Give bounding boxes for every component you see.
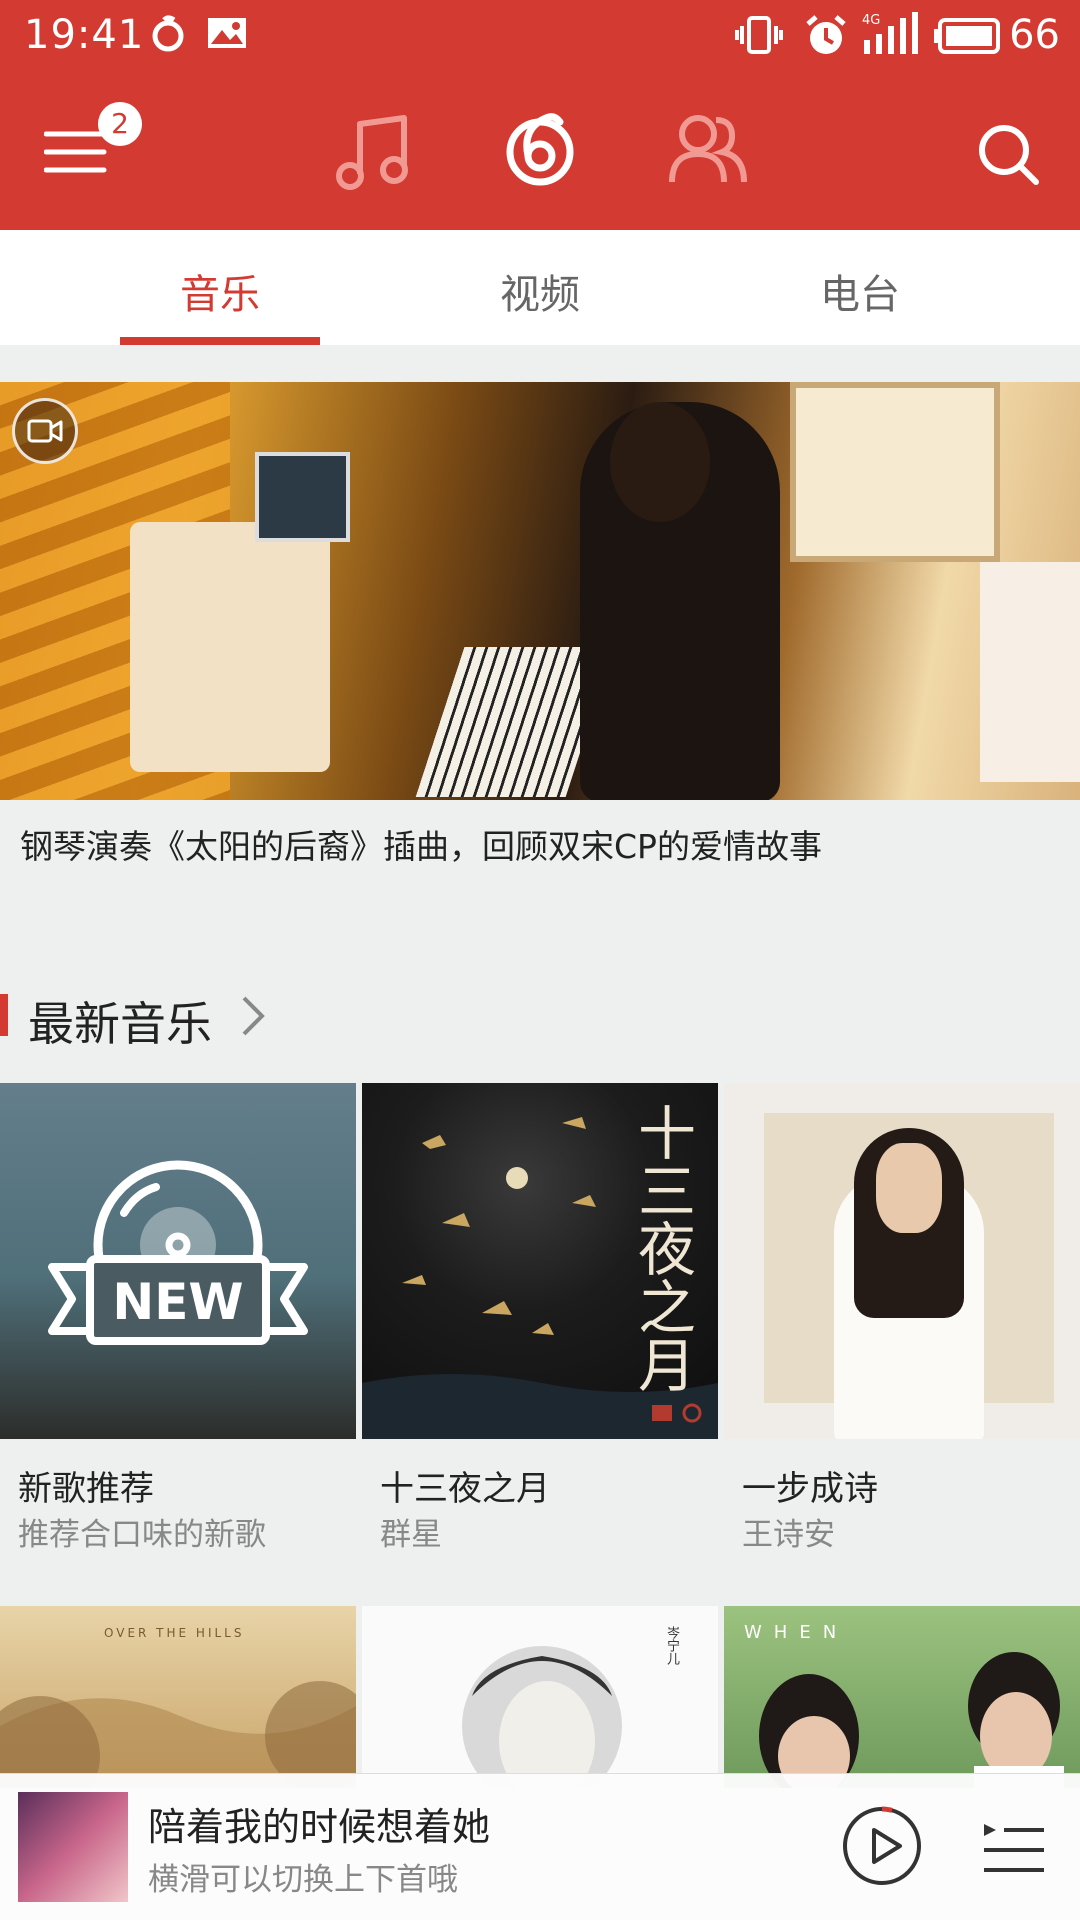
album-subtitle: 群星 [380, 1517, 442, 1553]
now-playing-cover [18, 1792, 128, 1902]
album-title: 新歌推荐 [18, 1469, 154, 1509]
active-tab-indicator [120, 337, 320, 345]
gallery-notification-icon [206, 14, 248, 56]
tab-radio[interactable]: 电台 [760, 262, 960, 320]
app-header: 19:41 4G 66 2 [0, 0, 1080, 230]
top-navigation: 2 [0, 90, 1080, 220]
banner-caption[interactable]: 钢琴演奏《太阳的后裔》插曲，回顾双宋CP的爱情故事 [20, 820, 822, 868]
featured-video-banner[interactable] [0, 382, 1080, 800]
album-cover: 十三夜之月 [362, 1083, 718, 1439]
album-subtitle: 王诗安 [742, 1517, 835, 1553]
album-title: 十三夜之月 [380, 1469, 550, 1509]
album-card-thirteen-night-moon[interactable]: 十三夜之月 十三夜之月 群星 [362, 1083, 718, 1553]
status-time: 19:41 [24, 12, 145, 58]
chevron-right-icon[interactable] [238, 994, 268, 1042]
album-card-over-the-hills[interactable]: OVER THE HILLS [0, 1606, 356, 1788]
tab-video[interactable]: 视频 [440, 262, 640, 320]
netease-logo-icon[interactable] [502, 108, 578, 192]
video-camera-icon [12, 398, 78, 464]
now-playing-title: 陪着我的时候想着她 [148, 1805, 491, 1849]
music-note-icon[interactable] [334, 114, 412, 194]
netease-notification-icon [148, 14, 188, 58]
album-card-when[interactable]: WHEN [724, 1606, 1080, 1788]
signal-icon: 4G [862, 10, 918, 62]
album-cover [724, 1083, 1080, 1439]
cover-new-text: NEW [112, 1273, 243, 1331]
section-accent-bar [0, 994, 8, 1036]
menu-badge: 2 [98, 102, 142, 146]
new-disc-icon: NEW [48, 1160, 308, 1345]
album-title: 一步成诗 [742, 1469, 878, 1509]
battery-icon [932, 18, 1002, 58]
sub-tab-bar: 音乐 视频 电台 [0, 230, 1080, 345]
menu-icon[interactable] [43, 128, 110, 180]
status-bar: 19:41 4G 66 [0, 0, 1080, 80]
vibrate-icon [734, 14, 784, 60]
friends-icon[interactable] [668, 112, 748, 192]
tab-music[interactable]: 音乐 [120, 262, 320, 320]
album-card-cen-ninger[interactable]: 岑宁儿 [362, 1606, 718, 1788]
search-icon[interactable] [976, 122, 1040, 190]
album-card-one-step-poem[interactable]: 一步成诗 王诗安 [724, 1083, 1080, 1553]
alarm-icon [804, 14, 848, 62]
album-subtitle: 推荐合口味的新歌 [18, 1517, 266, 1553]
play-button-icon[interactable] [840, 1804, 924, 1892]
section-title-new-music[interactable]: 最新音乐 [28, 988, 212, 1054]
cover-calligraphy: 十三夜之月 [628, 1103, 696, 1393]
battery-percentage: 66 [1009, 12, 1060, 58]
mini-player[interactable]: 陪着我的时候想着她 横滑可以切换上下首哦 [0, 1773, 1080, 1920]
cover-text: 岑宁儿 [664, 1626, 679, 1665]
now-playing-hint: 横滑可以切换上下首哦 [148, 1862, 458, 1898]
album-card-new-songs[interactable]: NEW 新歌推荐 推荐合口味的新歌 [0, 1083, 356, 1553]
album-cover: NEW [0, 1083, 356, 1439]
playlist-icon[interactable] [982, 1820, 1048, 1878]
network-type: 4G [862, 13, 880, 28]
